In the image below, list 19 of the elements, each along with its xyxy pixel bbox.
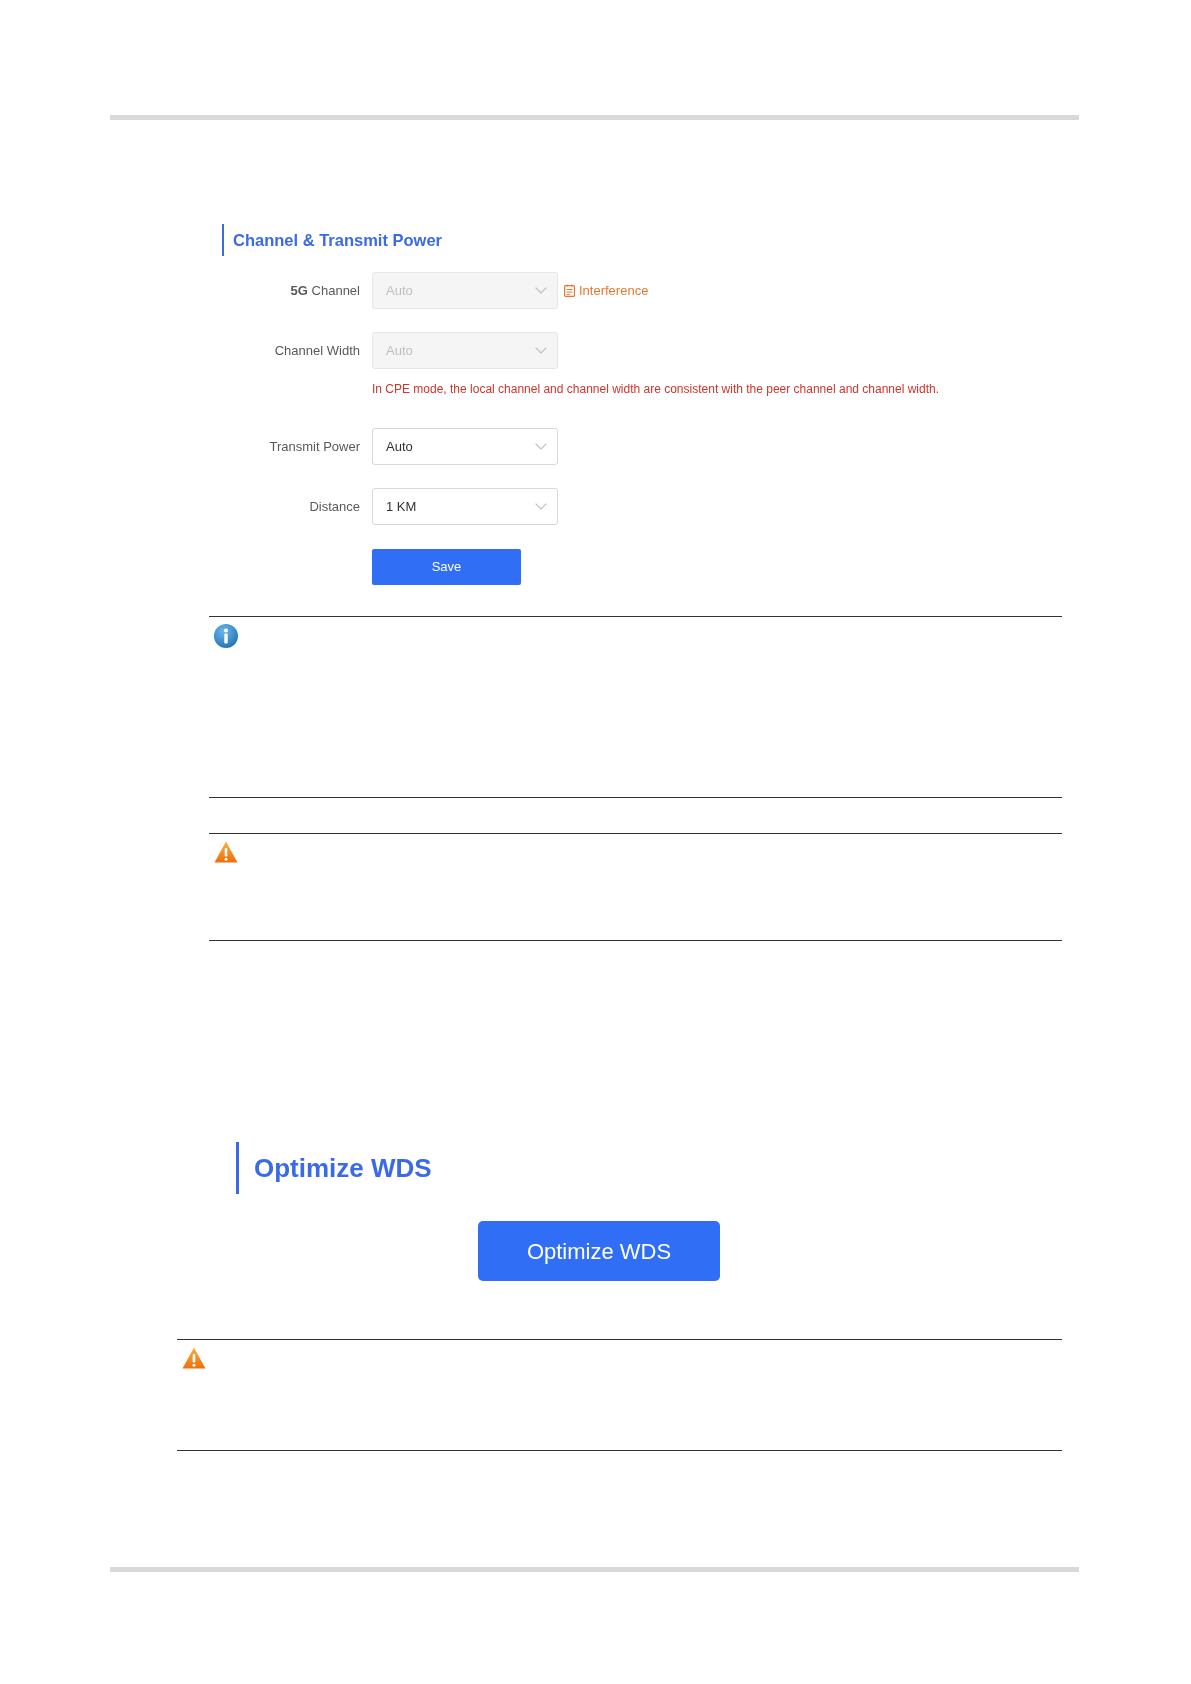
optimize-button[interactable]: Optimize WDS <box>478 1221 720 1281</box>
warning-icon <box>182 1347 206 1369</box>
dropdown[interactable]: 1 KM <box>372 488 558 525</box>
dropdown[interactable]: Auto <box>372 428 558 465</box>
section-title: Channel & Transmit Power <box>222 224 443 256</box>
field-label: Transmit Power <box>268 437 361 456</box>
save-button[interactable]: Save <box>372 549 521 585</box>
chevron-down-icon <box>535 287 547 294</box>
field-label: 5G Channel <box>289 281 361 300</box>
notepad-icon <box>564 284 575 297</box>
info-icon <box>214 624 238 648</box>
section-title: Optimize WDS <box>236 1142 432 1194</box>
chevron-down-icon <box>535 443 547 450</box>
warning-icon <box>214 841 238 863</box>
chevron-down-icon <box>535 347 547 354</box>
field-label: Distance <box>308 497 361 516</box>
field-label: Channel Width <box>273 341 361 360</box>
chevron-down-icon <box>535 503 547 510</box>
field-hint: In CPE mode, the local channel and channel width are consistent with the peer channel and channel width. <box>372 381 940 397</box>
